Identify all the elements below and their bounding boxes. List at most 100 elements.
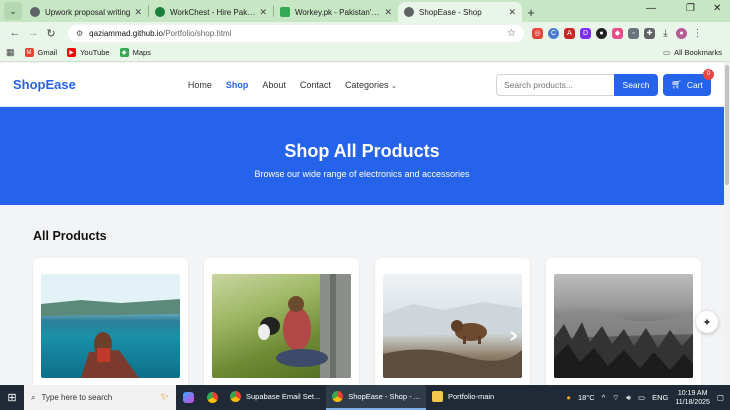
cart-count-badge: 0: [703, 68, 714, 80]
extension-icon[interactable]: ◆: [612, 27, 623, 39]
search-input[interactable]: [496, 73, 614, 96]
gmail-icon: M: [24, 48, 34, 57]
tab-close-icon[interactable]: ✕: [259, 7, 267, 18]
close-window-icon[interactable]: ✕: [713, 3, 721, 14]
tab-favicon-icon: [30, 7, 40, 17]
browser-tab-active[interactable]: ShopEase - Shop ✕: [398, 2, 522, 22]
bookmarks-bar: ▦ M Gmail ▶ YouTube ◆ Maps ▭ All Bookmarks: [0, 44, 730, 62]
apps-grid-icon[interactable]: ▦: [6, 47, 15, 58]
extension-icon[interactable]: ●: [596, 27, 607, 39]
page-viewport: ShopEase Home Shop About Contact Categor…: [0, 63, 724, 385]
clock-date: 11/18/2025: [675, 398, 710, 406]
restore-icon[interactable]: ❐: [686, 3, 695, 14]
search-highlight-icon: ✨︎: [159, 391, 169, 403]
bookmark-maps[interactable]: ◆ Maps: [119, 48, 151, 57]
hero-title: Shop All Products: [284, 141, 440, 161]
weather-temp[interactable]: 18°C: [578, 393, 595, 402]
minimize-icon[interactable]: —: [646, 3, 656, 14]
battery-icon[interactable]: ▭: [638, 393, 645, 402]
page-scrollbar[interactable]: [724, 63, 730, 385]
all-bookmarks[interactable]: ▭ All Bookmarks: [663, 48, 722, 57]
taskbar-app-label: Portfolio-main: [447, 392, 495, 401]
url-host: qaziammad.github.io: [89, 28, 163, 38]
menu-kebab-icon[interactable]: ⋮: [692, 28, 703, 39]
copilot-icon[interactable]: [176, 385, 200, 410]
extension-icon[interactable]: ◎: [532, 27, 543, 39]
product-grid: [33, 258, 724, 385]
cart-label: Cart: [686, 79, 703, 90]
taskbar-app-shopease[interactable]: ShopEase - Shop - ...: [326, 385, 426, 410]
product-image[interactable]: [41, 274, 180, 378]
browser-tab[interactable]: Workey.pk - Pakistan's Freelan ✕: [274, 2, 398, 22]
scrollbar-thumb[interactable]: [725, 65, 729, 185]
sparkle-assistant-icon[interactable]: ✦: [696, 311, 718, 333]
tab-favicon-icon: [280, 7, 290, 17]
product-image[interactable]: [212, 274, 351, 378]
extensions-puzzle-icon[interactable]: ✚: [644, 27, 655, 39]
browser-tabstrip: ⌄ Upwork proposal writing ✕ WorkChest - …: [0, 0, 730, 22]
section-title: All Products: [33, 229, 107, 243]
extensions-row: ◎ C A D ● ◆ ▫ ✚ ⤓ ● ⋮: [532, 27, 703, 39]
taskbar-app-portfolio[interactable]: Portfolio-main: [426, 385, 500, 410]
cart-button[interactable]: 🛒︎ Cart 0: [663, 68, 714, 96]
back-icon[interactable]: ←: [6, 27, 24, 39]
bookmark-label: Maps: [132, 48, 151, 57]
product-image[interactable]: [554, 274, 693, 378]
windows-start-icon[interactable]: ⊞: [0, 391, 24, 404]
search-button[interactable]: Search: [614, 73, 658, 96]
extension-icon[interactable]: C: [548, 27, 559, 39]
nav-categories[interactable]: Categories ⌄: [345, 80, 397, 90]
chrome-icon[interactable]: [200, 385, 224, 410]
nav-categories-label: Categories: [344, 79, 389, 90]
bookmark-gmail[interactable]: M Gmail: [24, 48, 57, 57]
new-tab-icon[interactable]: +: [522, 5, 540, 20]
extension-icon[interactable]: A: [564, 27, 575, 39]
nav-contact[interactable]: Contact: [300, 80, 331, 90]
product-image[interactable]: [383, 274, 522, 378]
search-form: Search: [496, 73, 658, 96]
tab-close-icon[interactable]: ✕: [134, 7, 142, 18]
clock[interactable]: 10:19 AM 11/18/2025: [675, 389, 710, 407]
product-card[interactable]: [204, 258, 359, 385]
extension-icon[interactable]: D: [580, 27, 591, 39]
taskbar-search[interactable]: ⌕ Type here to search ✨︎: [24, 385, 176, 410]
tray-chevron-icon[interactable]: ^: [602, 393, 606, 402]
folder-icon: ▭: [662, 48, 671, 57]
taskbar-search-placeholder: Type here to search: [41, 393, 113, 402]
browser-tab[interactable]: Upwork proposal writing ✕: [24, 2, 148, 22]
browser-tab[interactable]: WorkChest - Hire Pakistani Free ✕: [149, 2, 273, 22]
taskbar-app-supabase[interactable]: Supabase Email Set...: [224, 385, 326, 410]
reload-icon[interactable]: ↻: [42, 27, 60, 40]
field-dog-photo: [258, 274, 351, 378]
chevron-down-icon: ⌄: [390, 82, 397, 90]
bookmark-star-icon[interactable]: ☆: [507, 28, 516, 39]
profile-avatar[interactable]: ●: [676, 27, 687, 39]
product-card[interactable]: [33, 258, 188, 385]
extension-icon[interactable]: ▫: [628, 27, 639, 39]
product-card[interactable]: [375, 258, 530, 385]
site-info-icon[interactable]: ⚙: [76, 29, 83, 38]
volume-icon[interactable]: 🔊︎: [626, 393, 631, 403]
clock-time: 10:19 AM: [677, 389, 708, 397]
product-card[interactable]: [546, 258, 701, 385]
all-bookmarks-label: All Bookmarks: [674, 48, 722, 57]
youtube-icon: ▶: [67, 48, 77, 57]
bookmark-youtube[interactable]: ▶ YouTube: [67, 48, 110, 57]
nav-about[interactable]: About: [262, 80, 286, 90]
lake-canoe-photo: [41, 274, 180, 378]
network-icon[interactable]: ⌔: [612, 393, 619, 403]
download-icon[interactable]: ⤓: [660, 28, 671, 39]
nav-shop[interactable]: Shop: [226, 80, 249, 90]
site-logo[interactable]: ShopEase: [13, 77, 76, 92]
browser-toolbar: ← → ↻ ⚙ qaziammad.github.io/Portfolio/sh…: [0, 22, 730, 44]
forward-icon[interactable]: →: [24, 27, 42, 39]
tab-search-icon[interactable]: ⌄: [4, 2, 22, 20]
taskbar-app-label: ShopEase - Shop - ...: [348, 392, 420, 401]
weather-icon[interactable]: ●: [566, 393, 571, 402]
tab-close-icon[interactable]: ✕: [384, 7, 392, 18]
tab-close-icon[interactable]: ✕: [508, 7, 516, 18]
nav-home[interactable]: Home: [188, 80, 212, 90]
notifications-icon[interactable]: ▢: [717, 393, 724, 402]
address-bar[interactable]: ⚙ qaziammad.github.io/Portfolio/shop.htm…: [68, 24, 524, 42]
language-indicator[interactable]: ENG: [652, 393, 668, 402]
